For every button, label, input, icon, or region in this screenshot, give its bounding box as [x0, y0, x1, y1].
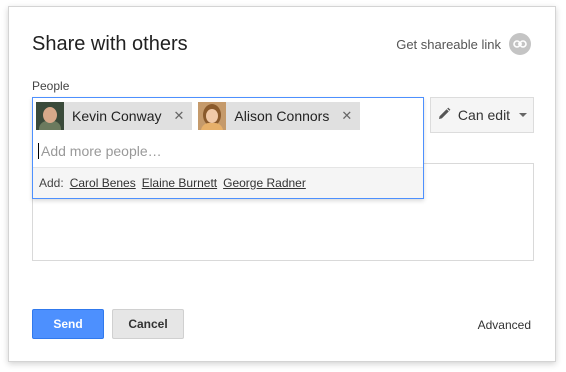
cancel-button[interactable]: Cancel [112, 309, 184, 339]
permission-dropdown[interactable]: Can edit [430, 97, 534, 133]
person-chip[interactable]: Alison Connors ✕ [198, 102, 361, 130]
link-icon [509, 33, 531, 55]
chevron-down-icon [519, 113, 528, 117]
suggestion-link[interactable]: Carol Benes [70, 176, 136, 190]
suggestion-link[interactable]: Elaine Burnett [142, 176, 217, 190]
add-people-input[interactable] [38, 143, 401, 159]
advanced-link[interactable]: Advanced [478, 318, 531, 332]
suggestions-bar: Add: Carol Benes Elaine Burnett George R… [33, 167, 423, 198]
suggestions-label: Add: [39, 176, 64, 190]
chip-name: Kevin Conway [72, 108, 162, 124]
person-chip[interactable]: Kevin Conway ✕ [36, 102, 193, 130]
suggestion-link[interactable]: George Radner [223, 176, 306, 190]
permission-label: Can edit [457, 107, 511, 123]
send-button[interactable]: Send [32, 309, 104, 339]
remove-chip-icon[interactable]: ✕ [341, 108, 352, 124]
people-input-box[interactable]: Kevin Conway ✕ Alison Connors ✕ Add: Car… [32, 97, 424, 199]
avatar [198, 102, 227, 130]
share-link-label: Get shareable link [396, 36, 501, 52]
chip-name: Alison Connors [234, 108, 330, 124]
get-shareable-link-button[interactable]: Get shareable link [396, 33, 531, 55]
chip-list: Kevin Conway ✕ Alison Connors ✕ [36, 102, 361, 130]
pencil-icon [437, 107, 451, 124]
share-dialog: Share with others Get shareable link Peo… [8, 6, 556, 362]
remove-chip-icon[interactable]: ✕ [174, 108, 185, 124]
avatar [36, 102, 64, 130]
dialog-title: Share with others [32, 33, 188, 55]
people-label: People [32, 79, 70, 93]
